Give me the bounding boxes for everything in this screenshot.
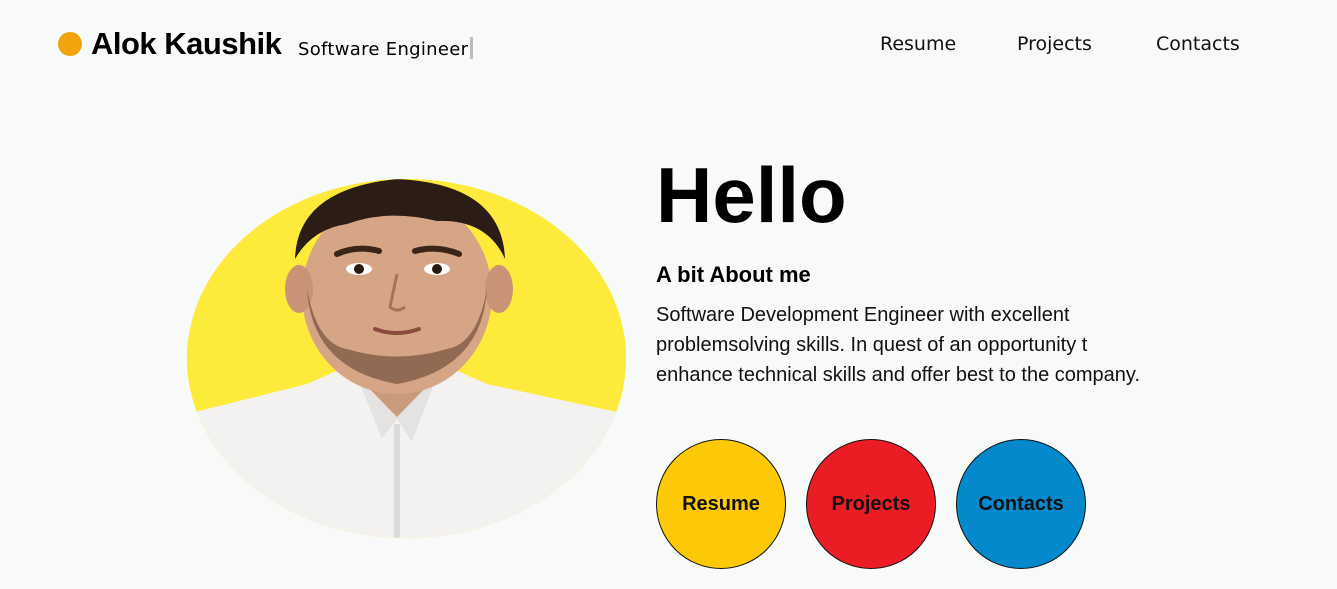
typing-caret-icon [470, 37, 474, 59]
nav-projects-link[interactable]: Projects [1017, 33, 1092, 55]
about-text: Software Development Engineer with excel… [656, 304, 1140, 386]
contacts-button[interactable]: Contacts [956, 439, 1086, 569]
projects-button[interactable]: Projects [806, 439, 936, 569]
tagline-text: Software Engineer [298, 39, 469, 60]
nav-resume-link[interactable]: Resume [880, 33, 956, 55]
hero-greeting: Hello [656, 151, 847, 239]
logo-dot-icon [58, 32, 82, 56]
about-heading: A bit About me [656, 262, 811, 287]
brand-name[interactable]: Alok Kaushik [91, 26, 282, 62]
resume-button[interactable]: Resume [656, 439, 786, 569]
site-header: Alok Kaushik Software Engineer Resume Pr… [0, 0, 1337, 90]
person-portrait-icon [187, 179, 626, 538]
profile-photo [187, 179, 626, 538]
tagline: Software Engineer [298, 37, 474, 60]
nav-contacts-link[interactable]: Contacts [1156, 33, 1240, 55]
